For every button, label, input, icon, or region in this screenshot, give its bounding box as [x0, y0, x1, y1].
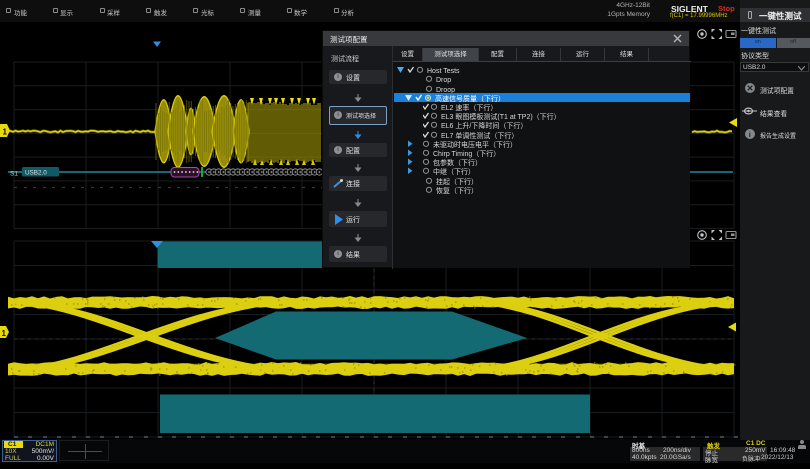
svg-text:USB2.0: USB2.0	[25, 170, 47, 177]
svg-text:恢复（下行）: 恢复（下行）	[436, 186, 478, 195]
svg-text:i: i	[749, 130, 751, 139]
svg-text:1: 1	[3, 128, 8, 137]
svg-text:1: 1	[2, 329, 7, 338]
svg-text:S1: S1	[10, 171, 18, 178]
